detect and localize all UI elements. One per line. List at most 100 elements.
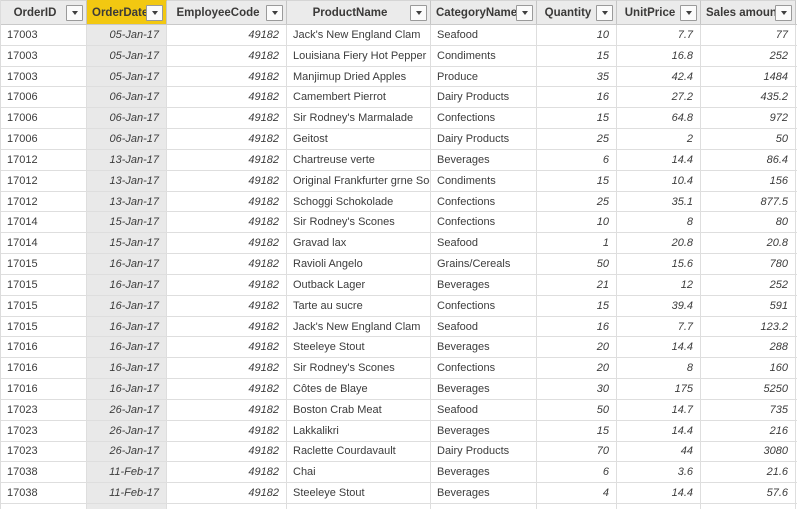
cell-employeecode[interactable]: 49182 — [167, 358, 287, 379]
cell-orderid[interactable]: 17015 — [1, 254, 87, 274]
cell-orderid[interactable]: 17006 — [1, 129, 87, 149]
cell-orderid[interactable]: 17003 — [1, 45, 87, 66]
cell-employeecode[interactable]: 49182 — [167, 129, 287, 149]
cell-orderid[interactable]: 17012 — [1, 170, 87, 191]
cell-quantity[interactable]: 50 — [537, 254, 617, 274]
cell-sales-amount[interactable]: 972 — [701, 108, 796, 129]
cell-sales-amount[interactable]: 252 — [701, 274, 796, 295]
column-header-sales-amount[interactable]: Sales amount — [701, 0, 796, 24]
cell-sales-amount[interactable]: 1484 — [701, 66, 796, 87]
cell-employeecode[interactable]: 49182 — [167, 149, 287, 170]
cell-sales-amount[interactable]: 50 — [701, 129, 796, 149]
cell-categoryname[interactable]: Confections — [431, 212, 537, 233]
cell-orderdate[interactable]: 13-Jan-17 — [87, 149, 167, 170]
cell-employeecode[interactable]: 49182 — [167, 87, 287, 108]
cell-productname[interactable]: Steeleye Stout — [287, 483, 431, 504]
cell-employeecode[interactable]: 49182 — [167, 108, 287, 129]
cell-productname[interactable]: Geitost — [287, 129, 431, 149]
cell-unitprice[interactable]: 14.4 — [617, 337, 701, 358]
cell-orderdate[interactable]: 06-Jan-17 — [87, 87, 167, 108]
cell-orderid[interactable]: 17012 — [1, 149, 87, 170]
cell-quantity[interactable]: 10 — [537, 212, 617, 233]
cell-sales-amount[interactable]: 123.2 — [701, 316, 796, 337]
cell-orderdate[interactable]: 15-Jan-17 — [87, 212, 167, 233]
cell-unitprice[interactable]: 175 — [617, 379, 701, 399]
filter-dropdown-button-categoryname[interactable] — [516, 4, 533, 21]
cell-orderdate[interactable]: 26-Jan-17 — [87, 441, 167, 462]
cell-unitprice[interactable]: 16.8 — [617, 45, 701, 66]
cell-sales-amount[interactable]: 156 — [701, 170, 796, 191]
cell-productname[interactable]: Original Frankfurter grne Soe — [287, 170, 431, 191]
cell-productname[interactable]: Chai — [287, 462, 431, 483]
cell-employeecode[interactable]: 49182 — [167, 441, 287, 462]
cell-productname[interactable]: Jack's New England Clam — [287, 316, 431, 337]
cell-productname[interactable]: Gravad lax — [287, 233, 431, 254]
cell-unitprice[interactable]: 39.4 — [617, 295, 701, 316]
cell-categoryname[interactable]: Confections — [431, 358, 537, 379]
cell-employeecode[interactable]: 49182 — [167, 399, 287, 420]
cell-categoryname[interactable]: Confections — [431, 191, 537, 212]
column-header-unitprice[interactable]: UnitPrice — [617, 0, 701, 24]
cell-unitprice[interactable]: 7.7 — [617, 25, 701, 45]
column-header-categoryname[interactable]: CategoryName — [431, 0, 537, 24]
filter-dropdown-button-orderdate[interactable] — [146, 4, 163, 21]
cell-employeecode[interactable]: 49182 — [167, 25, 287, 45]
cell-unitprice[interactable]: 8 — [617, 212, 701, 233]
cell-productname[interactable]: Sir Rodney's Scones — [287, 358, 431, 379]
cell-unitprice[interactable]: 8 — [617, 358, 701, 379]
cell-sales-amount[interactable]: 21.6 — [701, 462, 796, 483]
cell-quantity[interactable]: 15 — [537, 108, 617, 129]
cell-sales-amount[interactable]: 735 — [701, 399, 796, 420]
cell-sales-amount[interactable]: 252 — [701, 45, 796, 66]
column-header-productname[interactable]: ProductName — [287, 0, 431, 24]
cell-orderid[interactable]: 17006 — [1, 87, 87, 108]
cell-orderid[interactable]: 17014 — [1, 212, 87, 233]
cell-categoryname[interactable]: Confections — [431, 295, 537, 316]
cell-productname[interactable]: Boston Crab Meat — [287, 399, 431, 420]
cell-quantity[interactable]: 21 — [537, 274, 617, 295]
cell-orderid[interactable]: 17023 — [1, 441, 87, 462]
cell-productname[interactable]: Tarte au sucre — [287, 295, 431, 316]
cell-quantity[interactable]: 70 — [537, 441, 617, 462]
cell-employeecode[interactable]: 49182 — [167, 420, 287, 441]
cell-productname[interactable]: Jack's New England Clam — [287, 25, 431, 45]
cell-orderid[interactable]: 17038 — [1, 462, 87, 483]
cell-orderdate[interactable]: 05-Jan-17 — [87, 25, 167, 45]
cell-employeecode[interactable]: 49182 — [167, 295, 287, 316]
cell-quantity[interactable]: 50 — [537, 399, 617, 420]
cell-unitprice[interactable]: 14.4 — [617, 483, 701, 504]
column-header-quantity[interactable]: Quantity — [537, 0, 617, 24]
cell-quantity[interactable]: 15 — [537, 45, 617, 66]
cell-categoryname[interactable]: Seafood — [431, 233, 537, 254]
cell-quantity[interactable]: 20 — [537, 358, 617, 379]
cell-employeecode[interactable]: 49182 — [167, 274, 287, 295]
cell-sales-amount[interactable]: 77 — [701, 25, 796, 45]
cell-quantity[interactable]: 4 — [537, 483, 617, 504]
cell-quantity[interactable]: 16 — [537, 316, 617, 337]
cell-orderdate[interactable]: 13-Jan-17 — [87, 170, 167, 191]
cell-quantity[interactable]: 25 — [537, 191, 617, 212]
filter-dropdown-button-employeecode[interactable] — [266, 4, 283, 21]
cell-orderid[interactable]: 17038 — [1, 483, 87, 504]
cell-sales-amount[interactable]: 216 — [701, 420, 796, 441]
cell-sales-amount[interactable]: 80 — [701, 212, 796, 233]
cell-unitprice[interactable]: 35.1 — [617, 191, 701, 212]
cell-categoryname[interactable]: Seafood — [431, 399, 537, 420]
cell-quantity[interactable]: 25 — [537, 129, 617, 149]
cell-sales-amount[interactable]: 20.8 — [701, 233, 796, 254]
cell-employeecode[interactable]: 49182 — [167, 462, 287, 483]
cell-orderdate[interactable]: 11-Feb-17 — [87, 462, 167, 483]
cell-quantity[interactable]: 15 — [537, 420, 617, 441]
cell-orderdate[interactable]: 06-Jan-17 — [87, 129, 167, 149]
cell-unitprice[interactable]: 42.4 — [617, 66, 701, 87]
cell-orderdate[interactable]: 11-Feb-17 — [87, 483, 167, 504]
cell-quantity[interactable]: 15 — [537, 170, 617, 191]
cell-productname[interactable]: Côtes de Blaye — [287, 379, 431, 399]
cell-unitprice[interactable]: 2 — [617, 129, 701, 149]
cell-categoryname[interactable]: Beverages — [431, 483, 537, 504]
cell-productname[interactable]: Ravioli Angelo — [287, 254, 431, 274]
cell-unitprice[interactable]: 10.4 — [617, 170, 701, 191]
cell-orderid[interactable]: 17015 — [1, 295, 87, 316]
cell-quantity[interactable]: 6 — [537, 462, 617, 483]
cell-quantity[interactable]: 10 — [537, 25, 617, 45]
